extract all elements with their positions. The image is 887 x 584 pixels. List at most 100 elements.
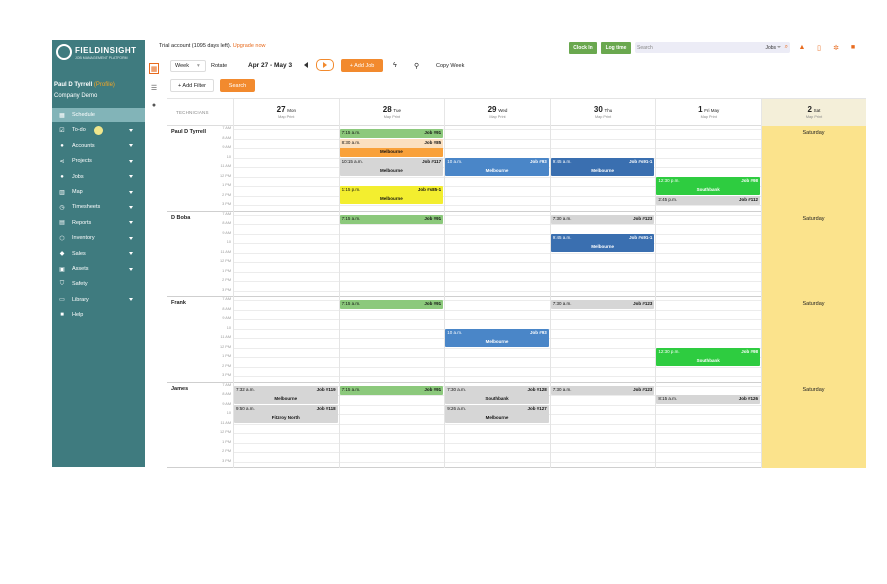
technician-name[interactable]: D Boba xyxy=(171,215,190,221)
previous-week-icon[interactable] xyxy=(304,62,308,68)
job-card[interactable]: 7:30 a.m. Job #128 Southbank xyxy=(445,385,549,404)
saturday-column[interactable]: Saturday xyxy=(761,211,866,298)
job-card[interactable]: 2:45 p.m. Job #112 xyxy=(656,195,760,205)
job-card[interactable]: 7:15 a.m. Job #91 xyxy=(339,385,444,395)
job-card[interactable]: 8:30 a.m. Job #85 Melbourne xyxy=(339,138,444,157)
job-card[interactable]: 7:30 a.m. Job #123 xyxy=(550,300,655,309)
person-view-icon[interactable]: ● xyxy=(149,100,159,111)
job-card[interactable]: 9:45 a.m. Job #s91-1 Melbourne xyxy=(550,157,655,176)
mobile-icon[interactable]: ▯ xyxy=(815,43,823,52)
hour-gridline xyxy=(233,376,761,377)
map-print-link[interactable]: Map Print xyxy=(340,115,445,119)
saturday-column[interactable]: Saturday xyxy=(761,126,866,213)
technician-name[interactable]: Paul D Tyrrell xyxy=(171,129,206,135)
copy-week-button[interactable]: Copy Week xyxy=(436,59,464,72)
job-card[interactable]: 9:45 a.m. Job #s91-1 Melbourne xyxy=(550,233,655,252)
job-card[interactable]: 7:15 a.m. Job #91 xyxy=(339,214,444,224)
sidebar-item-to-do[interactable]: ☑ To-do xyxy=(52,123,145,137)
saturday-label: Saturday xyxy=(802,301,825,307)
hour-gridline xyxy=(233,290,761,292)
technician-row: Saturday Paul D Tyrrell 7 AM 8 AM 9 AM 10 11 A… xyxy=(167,126,866,213)
sidebar-item-label: Library xyxy=(72,296,89,303)
hour-label: 9 AM xyxy=(222,145,231,149)
sidebar-item-library[interactable]: ▭ Library xyxy=(52,293,145,307)
job-card[interactable]: 9:50 a.m. Job #118 Fitzroy North xyxy=(234,404,338,423)
job-card[interactable]: 10 a.m. Job #93 Melbourne xyxy=(445,328,549,347)
gear-icon[interactable]: ✲ xyxy=(832,43,840,52)
app-logo[interactable]: FIELDINSIGHT JOB MANAGEMENT PLATFORM xyxy=(56,44,142,64)
job-number: Job #93 xyxy=(530,158,547,164)
sidebar-item-label: Reports xyxy=(72,219,92,226)
next-week-button[interactable] xyxy=(316,59,334,71)
list-view-icon[interactable]: ☰ xyxy=(149,82,159,93)
hour-label: 11 AM xyxy=(220,249,231,254)
hour-label: 11 AM xyxy=(220,420,231,425)
sidebar-item-projects[interactable]: ⋖ Projects xyxy=(52,154,145,168)
job-card[interactable]: 7:15 a.m. Job #91 xyxy=(339,300,444,309)
hour-label: 9 AM xyxy=(222,230,231,235)
sidebar-item-jobs[interactable]: ● Jobs xyxy=(52,170,145,184)
day-column-divider xyxy=(233,126,234,212)
view-select[interactable]: Week ▾ xyxy=(170,59,206,72)
job-time: 7:30 a.m. xyxy=(447,386,466,392)
log-time-button[interactable]: Log time xyxy=(601,42,631,54)
user-name: Paul D Tyrrell (Profile) xyxy=(54,82,115,88)
job-card[interactable]: 10:15 a.m. Job #117 Melbourne xyxy=(339,157,444,176)
job-card[interactable]: 1:15 p.m. Job #s85-1 Melbourne xyxy=(339,186,444,204)
sidebar-item-timesheets[interactable]: ◷ Timesheets xyxy=(52,200,145,214)
hour-label: 3 PM xyxy=(222,287,231,292)
job-card[interactable]: 12:30 p.m. Job #98 Southbank xyxy=(656,347,760,366)
add-job-button[interactable]: + Add Job xyxy=(341,59,383,72)
map-print-link[interactable]: Map Print xyxy=(551,115,656,119)
bolt-icon[interactable]: ϟ xyxy=(393,59,397,72)
map-print-link[interactable]: Map Print xyxy=(656,115,761,119)
rotate-label: Rotate xyxy=(211,62,228,69)
map-print-link[interactable]: Map Print xyxy=(445,115,550,119)
book-icon[interactable]: ■ xyxy=(849,43,857,52)
technician-name[interactable]: James xyxy=(171,386,188,392)
job-card[interactable]: 7:30 a.m. Job #123 xyxy=(550,385,655,395)
global-search-input[interactable]: Search Jobs ⌕ xyxy=(635,42,790,53)
sidebar-item-sales[interactable]: ◆ Sales xyxy=(52,247,145,261)
clock-in-button[interactable]: Clock In xyxy=(569,42,597,54)
search-icon[interactable]: ⌕ xyxy=(785,44,788,51)
job-card[interactable]: 7:32 a.m. Job #119 Melbourne xyxy=(234,385,338,404)
hour-label: 2 PM xyxy=(222,449,231,453)
profile-link[interactable]: (Profile) xyxy=(94,82,115,88)
sidebar-item-help[interactable]: ■ Help xyxy=(52,308,145,322)
chevron-down-icon xyxy=(129,267,133,271)
job-card[interactable]: 7:30 a.m. Job #123 xyxy=(550,214,655,224)
rotate-button[interactable]: Rotate xyxy=(211,59,227,72)
sidebar-item-assets[interactable]: ▣ Assets xyxy=(52,262,145,276)
job-card[interactable]: 9:26 a.m. Job #127 Melbourne xyxy=(445,404,549,423)
map-print-link[interactable]: Map Print xyxy=(762,115,866,119)
day-number: 2 xyxy=(807,105,812,114)
job-number: Job #93 xyxy=(530,329,547,335)
day-header: 30 Thu Map Print xyxy=(549,99,656,126)
hour-label: 2 PM xyxy=(222,363,231,368)
sidebar-item-reports[interactable]: ▤ Reports xyxy=(52,216,145,230)
sidebar-item-inventory[interactable]: ⬡ Inventory xyxy=(52,231,145,245)
add-filter-button[interactable]: + Add Filter xyxy=(170,79,214,92)
hour-label: 9 AM xyxy=(222,401,231,406)
bell-icon[interactable]: ▲ xyxy=(798,43,806,52)
sidebar-item-safety[interactable]: ⛉ Safety xyxy=(52,277,145,291)
job-card[interactable]: 12:30 p.m. Job #98 Southbank xyxy=(656,176,760,195)
sidebar-item-accounts[interactable]: ● Accounts xyxy=(52,139,145,153)
saturday-column[interactable]: Saturday xyxy=(761,297,866,384)
search-button[interactable]: Search xyxy=(220,79,255,92)
job-time: 7:15 a.m. xyxy=(341,386,361,392)
saturday-column[interactable]: Saturday xyxy=(761,382,866,468)
upgrade-link[interactable]: Upgrade now xyxy=(233,43,266,49)
job-card[interactable]: 7:15 a.m. Job #91 xyxy=(339,129,444,138)
sidebar-item-map[interactable]: ▥ Map xyxy=(52,185,145,199)
location-pin-icon[interactable]: ⚲ xyxy=(414,59,419,72)
sidebar-item-schedule[interactable]: ▦ Schedule xyxy=(52,108,145,122)
calendar-view-icon[interactable]: ▦ xyxy=(149,63,159,74)
map-print-link[interactable]: Map Print xyxy=(234,115,339,119)
technician-name[interactable]: Frank xyxy=(171,300,186,306)
job-card[interactable]: 10 a.m. Job #93 Melbourne xyxy=(445,157,549,176)
search-scope-select[interactable]: Jobs xyxy=(765,45,776,51)
job-card[interactable]: 8:15 a.m. Job #126 xyxy=(656,395,760,404)
hour-gridline xyxy=(233,423,761,425)
